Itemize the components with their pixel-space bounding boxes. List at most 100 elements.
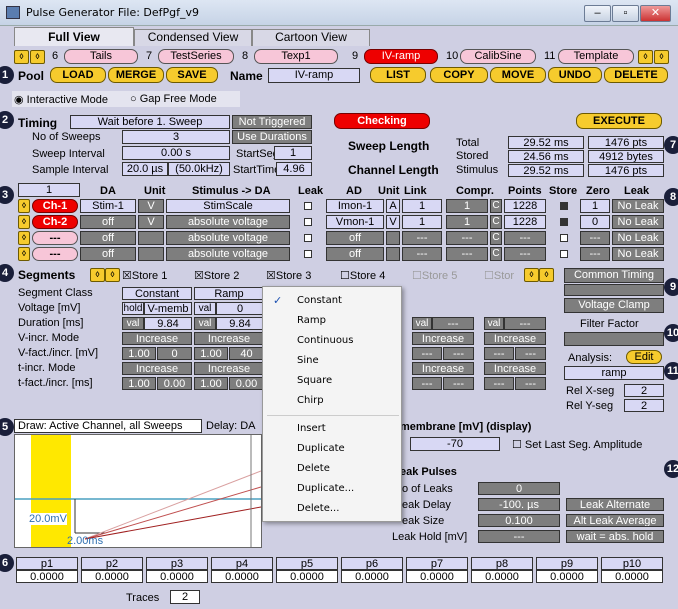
menu-item[interactable]: Duplicate... — [297, 483, 354, 494]
store-checkbox[interactable] — [560, 202, 568, 210]
common-timing-button[interactable]: Common Timing — [564, 268, 664, 283]
relx-field[interactable]: 2 — [624, 384, 664, 397]
store-1-checkbox[interactable]: ☒Store 1 — [122, 269, 167, 282]
t-incr-mode-select[interactable]: Increase — [122, 362, 192, 375]
v-incr-mode-select[interactable]: Increase — [194, 332, 264, 345]
t-incr-mode-select[interactable]: Increase — [484, 362, 546, 375]
seg-next-button[interactable]: ◊ — [105, 268, 120, 282]
store-5-checkbox[interactable]: ☐Store 5 — [412, 269, 457, 282]
voltage-clamp-select[interactable]: Voltage Clamp — [564, 298, 664, 313]
stimulus-select[interactable]: StimScale — [166, 199, 290, 213]
leak-checkbox[interactable] — [304, 234, 312, 242]
voltage-mode[interactable]: val — [194, 302, 216, 315]
leak-checkbox[interactable] — [304, 250, 312, 258]
duration-mode[interactable]: val — [412, 317, 432, 330]
store-checkbox[interactable] — [560, 234, 568, 242]
seq-calibsine[interactable]: CalibSine — [460, 49, 536, 64]
param-value[interactable]: 0.0000 — [471, 570, 533, 583]
leak-select[interactable]: No Leak — [612, 199, 664, 213]
zero-field[interactable]: 0 — [580, 215, 610, 229]
traces-field[interactable]: 2 — [170, 590, 200, 604]
menu-item[interactable]: Sine — [297, 355, 319, 366]
param-value[interactable]: 0.0000 — [406, 570, 468, 583]
seg-scroll-left[interactable]: ◊ — [524, 268, 539, 282]
da-select[interactable]: off — [80, 247, 136, 261]
store-checkbox[interactable] — [560, 218, 568, 226]
link-field[interactable]: 1 — [402, 199, 442, 213]
v-incr-field[interactable]: --- — [515, 347, 546, 360]
interactive-mode-radio[interactable]: ◉ Interactive Mode — [14, 93, 108, 106]
seg-scroll-right[interactable]: ◊ — [539, 268, 554, 282]
sweep-interval-field[interactable]: 0.00 s — [122, 146, 230, 160]
duration-field[interactable]: 9.84 — [216, 317, 264, 330]
leak-checkbox[interactable] — [304, 218, 312, 226]
trigger-select[interactable]: Not Triggered — [232, 115, 312, 129]
sample-interval-field[interactable]: 20.0 µs — [122, 162, 168, 176]
param-value[interactable]: 0.0000 — [146, 570, 208, 583]
compr-mode[interactable]: C — [490, 231, 502, 245]
compr-field[interactable]: 1 — [446, 215, 488, 229]
v-incr-mode-select[interactable]: Increase — [484, 332, 546, 345]
rely-field[interactable]: 2 — [624, 399, 664, 412]
menu-item[interactable]: Continuous — [297, 335, 353, 346]
param-value[interactable]: 0.0000 — [81, 570, 143, 583]
t-incr-mode-select[interactable]: Increase — [412, 362, 474, 375]
merge-button[interactable]: MERGE — [108, 67, 164, 83]
channel-button[interactable]: Ch-2 — [32, 215, 78, 229]
edit-analysis-button[interactable]: Edit — [626, 350, 662, 364]
wait-before-sweep-select[interactable]: Wait before 1. Sweep — [70, 115, 230, 129]
link-field[interactable]: --- — [402, 231, 442, 245]
voltage-field[interactable]: 0 — [216, 302, 264, 315]
channel-toggle[interactable]: ◊ — [18, 215, 30, 229]
seq-scroll-left[interactable]: ◊ — [638, 50, 653, 64]
list-button[interactable]: LIST — [370, 67, 426, 83]
param-value[interactable]: 0.0000 — [601, 570, 663, 583]
wait-abs-hold-button[interactable]: wait = abs. hold — [566, 530, 664, 543]
param-value[interactable]: 0.0000 — [536, 570, 598, 583]
channel-button[interactable]: Ch-1 — [32, 199, 78, 213]
compr-mode[interactable]: C — [490, 199, 502, 213]
leak-delay-field[interactable]: -100. µs — [478, 498, 560, 511]
v-incr-field[interactable]: 40 — [229, 347, 264, 360]
startseg-field[interactable]: 1 — [274, 146, 312, 160]
store-3-checkbox[interactable]: ☒Store 3 — [266, 269, 311, 282]
channel-toggle[interactable]: ◊ — [18, 231, 30, 245]
execute-button[interactable]: EXECUTE — [576, 113, 662, 129]
undo-button[interactable]: UNDO — [548, 67, 602, 83]
gapfree-mode-radio[interactable]: ○ Gap Free Mode — [130, 93, 217, 105]
duration-mode[interactable]: val — [194, 317, 216, 330]
compr-field[interactable]: --- — [446, 247, 488, 261]
menu-item[interactable]: Insert — [297, 423, 326, 434]
seq-iv-ramp[interactable]: IV-ramp — [364, 49, 438, 64]
membrane-field[interactable]: -70 — [410, 437, 500, 451]
stimulus-select[interactable]: absolute voltage — [166, 215, 290, 229]
param-value[interactable]: 0.0000 — [276, 570, 338, 583]
param-value[interactable]: 0.0000 — [341, 570, 403, 583]
leak-size-field[interactable]: 0.100 — [478, 514, 560, 527]
v-incr-mode-select[interactable]: Increase — [412, 332, 474, 345]
seq-scroll-right[interactable]: ◊ — [654, 50, 669, 64]
draw-mode-select[interactable]: Draw: Active Channel, all Sweeps — [14, 419, 202, 433]
duration-field[interactable]: --- — [504, 317, 546, 330]
ad-select[interactable]: off — [326, 231, 384, 245]
param-value[interactable]: 0.0000 — [211, 570, 273, 583]
seq-prev-button[interactable]: ◊ — [14, 50, 29, 64]
t-incr-field[interactable]: --- — [443, 377, 474, 390]
ad-select[interactable]: off — [326, 247, 384, 261]
use-durations-button[interactable]: Use Durations — [232, 130, 312, 144]
menu-item[interactable]: Constant — [297, 295, 342, 306]
t-fact-field[interactable]: 1.00 — [122, 377, 156, 390]
store-checkbox[interactable] — [560, 250, 568, 258]
stimulus-select[interactable]: absolute voltage — [166, 231, 290, 245]
t-incr-field[interactable]: 0.00 — [157, 377, 192, 390]
compr-field[interactable]: --- — [446, 231, 488, 245]
menu-item[interactable]: Duplicate — [297, 443, 345, 454]
t-incr-field[interactable]: --- — [515, 377, 546, 390]
leak-checkbox[interactable] — [304, 202, 312, 210]
save-button[interactable]: SAVE — [166, 67, 218, 83]
starttime-field[interactable]: 4.96 — [276, 162, 312, 176]
link-field[interactable]: 1 — [402, 215, 442, 229]
t-incr-mode-select[interactable]: Increase — [194, 362, 264, 375]
v-fact-field[interactable]: --- — [484, 347, 514, 360]
menu-item[interactable]: Chirp — [297, 395, 324, 406]
